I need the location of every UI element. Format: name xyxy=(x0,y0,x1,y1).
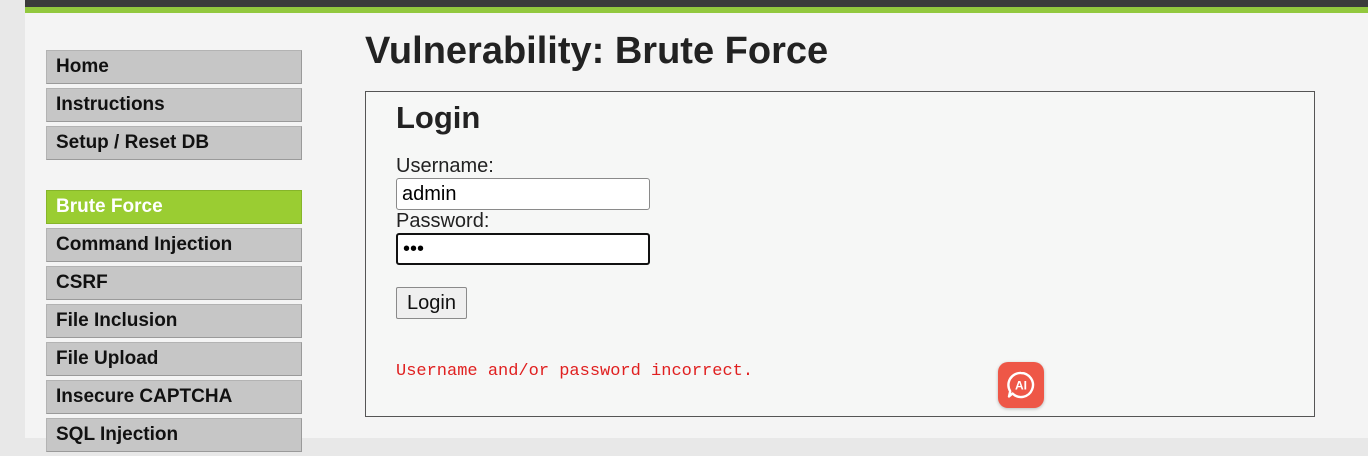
password-input[interactable] xyxy=(396,233,650,265)
page-title: Vulnerability: Brute Force xyxy=(365,30,829,72)
sidebar-item-sql-injection[interactable]: SQL Injection xyxy=(46,418,302,452)
ai-badge-text: AI xyxy=(1015,379,1027,393)
sidebar-item-instructions[interactable]: Instructions xyxy=(46,88,302,122)
sidebar-item-insecure-captcha[interactable]: Insecure CAPTCHA xyxy=(46,380,302,414)
login-button[interactable]: Login xyxy=(396,287,467,319)
sidebar-item-file-inclusion[interactable]: File Inclusion xyxy=(46,304,302,338)
sidebar-item-brute-force[interactable]: Brute Force xyxy=(46,190,302,224)
login-panel: Login Username: Password: Login Username… xyxy=(365,91,1315,417)
sidebar-item-setup-reset-db[interactable]: Setup / Reset DB xyxy=(46,126,302,160)
header-accent-stripe xyxy=(25,7,1368,13)
page-frame: Home Instructions Setup / Reset DB Brute… xyxy=(25,0,1368,452)
sidebar-item-home[interactable]: Home xyxy=(46,50,302,84)
sidebar-item-csrf[interactable]: CSRF xyxy=(46,266,302,300)
sidebar-item-file-upload[interactable]: File Upload xyxy=(46,342,302,376)
password-label: Password: xyxy=(396,210,490,232)
username-input[interactable] xyxy=(396,178,650,210)
header-bar xyxy=(25,0,1368,13)
username-label: Username: xyxy=(396,155,494,177)
error-message: Username and/or password incorrect. xyxy=(396,362,754,381)
ai-chat-icon: AI xyxy=(1007,371,1035,399)
sidebar-item-command-injection[interactable]: Command Injection xyxy=(46,228,302,262)
login-heading: Login xyxy=(396,100,481,135)
ai-assistant-button[interactable]: AI xyxy=(998,362,1044,408)
sidebar-menu: Home Instructions Setup / Reset DB Brute… xyxy=(46,50,302,456)
